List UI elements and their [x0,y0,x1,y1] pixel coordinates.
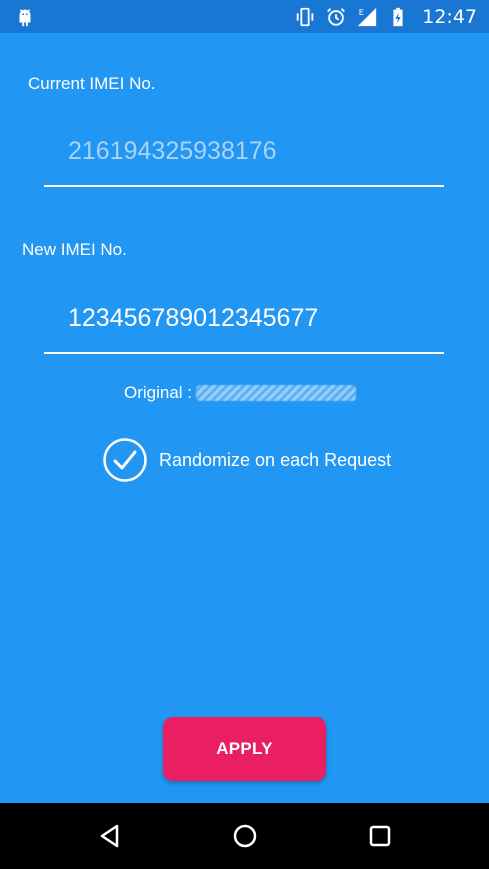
original-label: Original : [124,383,193,402]
vibrate-icon [296,7,314,26]
original-redacted-value [196,385,357,401]
alarm-icon [327,7,346,26]
new-imei-input[interactable]: 123456789012345677 [44,292,444,354]
new-imei-value: 123456789012345677 [68,304,319,332]
apply-button[interactable]: APPLY [163,717,326,781]
original-imei-row: Original : [124,383,357,403]
home-icon[interactable] [231,822,259,850]
current-imei-label: Current IMEI No. [28,74,156,93]
current-imei-value: 216194325938176 [68,137,277,165]
battery-charging-icon [393,7,403,26]
status-bar: E 12:47 [0,0,489,33]
signal-e-icon: E [358,7,377,26]
navigation-bar [0,803,489,869]
recents-icon[interactable] [366,822,394,850]
randomize-label: Randomize on each Request [159,449,392,470]
check-circle-icon [103,438,147,482]
android-debug-icon [19,9,31,27]
status-time: 12:47 [422,5,477,28]
svg-text:E: E [359,7,364,17]
randomize-checkbox[interactable]: Randomize on each Request [102,437,391,483]
status-icons: E 12:47 [294,0,477,33]
current-imei-field[interactable]: 216194325938176 [44,125,444,187]
new-imei-label: New IMEI No. [22,240,127,259]
back-icon[interactable] [96,822,124,850]
